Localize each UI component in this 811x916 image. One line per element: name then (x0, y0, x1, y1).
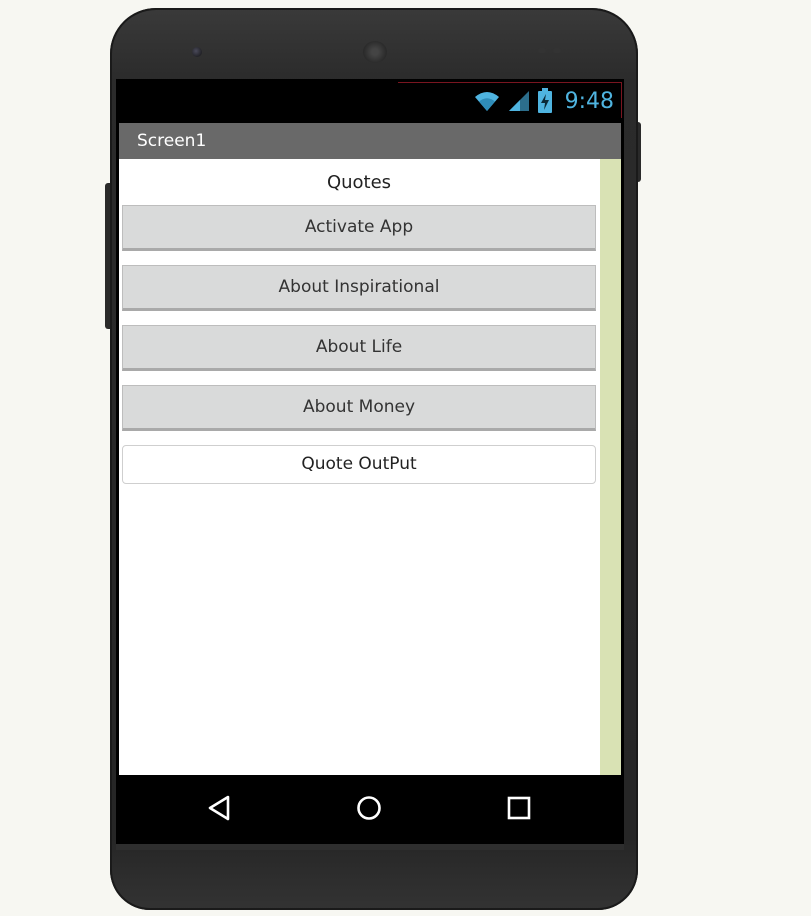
screen-content: Quotes Activate App About Inspirational … (119, 159, 621, 775)
wifi-icon (474, 92, 499, 111)
recents-icon[interactable] (504, 793, 534, 823)
back-icon[interactable] (204, 793, 234, 823)
status-icons: 9:48 (473, 87, 614, 115)
cell-signal-icon (508, 91, 529, 111)
status-time: 9:48 (564, 88, 614, 114)
device-screen: 9:48 Screen1 Quotes Activate App About I… (116, 79, 624, 844)
quotes-heading: Quotes (326, 172, 392, 193)
sensor-icon (553, 48, 561, 53)
navigation-bar (116, 775, 624, 844)
activate-app-button[interactable]: Activate App (122, 205, 596, 251)
earpiece-speaker-icon (363, 41, 387, 63)
status-bar: 9:48 (116, 79, 624, 123)
screen-title: Screen1 (137, 131, 207, 151)
about-inspirational-button[interactable]: About Inspirational (122, 265, 596, 311)
phone-chin (116, 844, 624, 850)
battery-charging-icon (537, 88, 552, 113)
emulator-stage: 9:48 Screen1 Quotes Activate App About I… (0, 0, 811, 916)
quote-output-field[interactable]: Quote OutPut (122, 445, 596, 484)
about-life-button[interactable]: About Life (122, 325, 596, 371)
sensor-icon (538, 48, 546, 53)
home-icon[interactable] (354, 793, 384, 823)
front-camera-icon (192, 47, 202, 57)
about-money-button[interactable]: About Money (122, 385, 596, 431)
app-title-bar: Screen1 (119, 123, 621, 159)
scrollbar[interactable] (600, 159, 621, 775)
